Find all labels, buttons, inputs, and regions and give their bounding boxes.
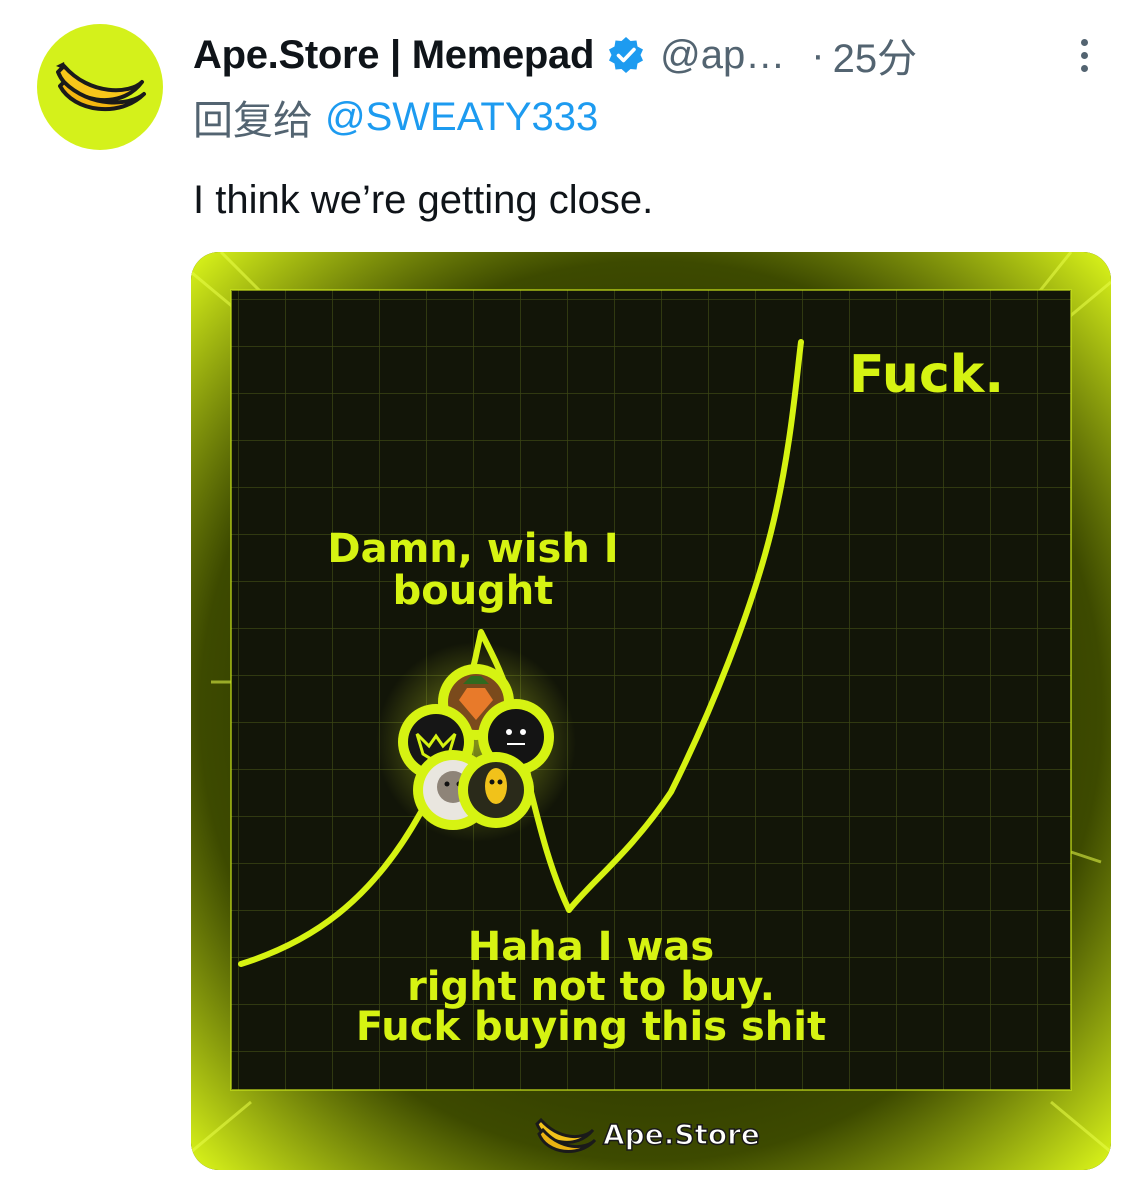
brand-logo-text: Ape.Store xyxy=(603,1118,760,1151)
reply-context: 回复给 @SWEATY333 xyxy=(193,90,598,144)
tweet-header: Ape.Store | Memepad @ap… · 25分 xyxy=(193,26,1102,84)
more-vertical-icon[interactable] xyxy=(1066,30,1102,80)
tweet-media-image[interactable]: Fuck. Damn, wish I bought Haha I was rig… xyxy=(191,252,1111,1170)
tweet-text: I think we’re getting close. xyxy=(193,178,654,222)
user-handle[interactable]: @ap… xyxy=(660,33,785,78)
timestamp[interactable]: 25分 xyxy=(833,26,918,84)
annotation-mid-line2: bought xyxy=(393,568,554,614)
annotation-bottom-line3: Fuck buying this shit xyxy=(356,1004,826,1050)
banana-icon xyxy=(56,62,146,112)
verified-badge-icon xyxy=(609,37,644,73)
reply-handle-link[interactable]: @SWEATY333 xyxy=(325,95,598,140)
display-name[interactable]: Ape.Store | Memepad xyxy=(193,33,594,78)
reply-prefix: 回复给 xyxy=(193,99,313,143)
banana-man-coin-icon xyxy=(458,752,534,828)
separator-dot: · xyxy=(811,32,825,77)
annotation-top: Fuck. xyxy=(849,345,1004,405)
coin-cluster xyxy=(376,642,576,842)
annotation-mid-line1: Damn, wish I xyxy=(327,526,618,572)
avatar[interactable] xyxy=(37,24,163,150)
